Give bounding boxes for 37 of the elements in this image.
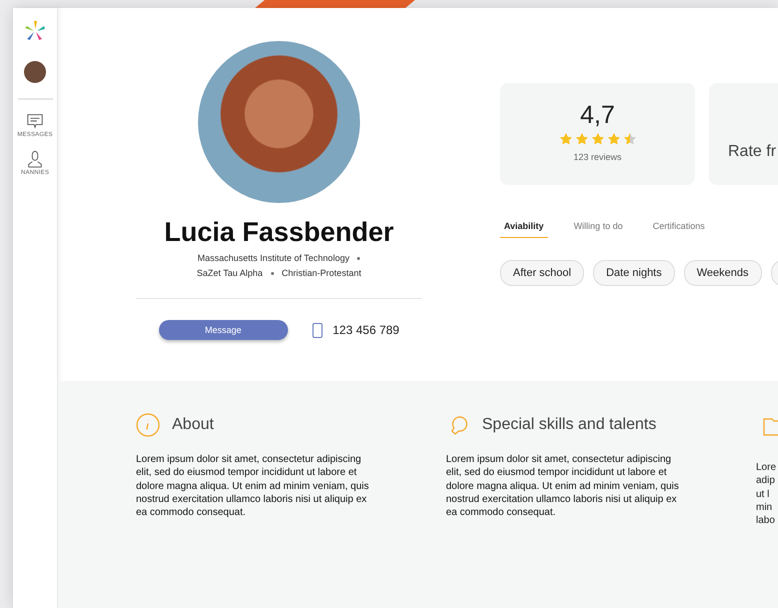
chip: After school	[500, 260, 584, 286]
review-count: 123 reviews	[573, 152, 622, 162]
section-text: adip	[756, 474, 775, 488]
star-icon	[622, 132, 636, 146]
phone-icon	[312, 322, 323, 338]
separator-dot	[357, 256, 360, 260]
star-icon	[606, 132, 620, 146]
logo-icon	[24, 20, 46, 42]
rating-score: 4,7	[580, 101, 615, 130]
section-text: Lorem ipsum dolor sit amet, consectetur adipiscing elit, sed do eiusmod tempor incididunt ut labore et dolore magna aliqua. Ut enim ad minim veniam, quis nostrud exercitation ullamco laboris nisi ut aliquip ex ea commodo consequat.	[136, 453, 370, 520]
avatar[interactable]	[24, 61, 46, 83]
profile-detail: Christian-Protestant	[282, 268, 362, 278]
section-text: Lorem ipsum dolor sit amet, consectetur adipiscing elit, sed do eiusmod tempor incididunt ut labore et dolore magna aliqua. Ut enim ad minim veniam, quis nostrud exercitation ullamco laboris nisi ut aliquip ex ea commodo consequat.	[446, 453, 680, 520]
section-text: labo	[756, 514, 775, 528]
tab[interactable]: Certifications	[648, 221, 709, 238]
star-icon	[558, 132, 572, 146]
section-text: min	[756, 500, 772, 514]
section-text: ut l	[756, 488, 770, 501]
profile-detail: SaZet Tau Alpha	[196, 268, 263, 278]
tab[interactable]: Willing to do	[570, 221, 627, 238]
tab[interactable]: Aviability	[500, 221, 548, 238]
separator-dot	[270, 272, 274, 274]
phone-number: 123 456 789	[332, 323, 400, 337]
section-title: About	[172, 416, 214, 434]
profile-detail: Massachusetts Institute of Technology	[198, 253, 350, 263]
rate-text: Rate fr	[728, 143, 776, 161]
section-title: Special skills and talents	[482, 416, 656, 434]
section-text: Lore	[756, 461, 776, 474]
star-icon	[590, 132, 604, 146]
person-icon	[26, 150, 44, 168]
message-button[interactable]: Message	[158, 320, 288, 340]
message-icon	[26, 112, 44, 130]
info-icon	[136, 413, 160, 437]
chip: Weekends	[684, 260, 762, 286]
profile-name: Lucia Fassbender	[164, 217, 394, 248]
chip: Date nights	[593, 260, 675, 286]
star-icon	[574, 132, 588, 146]
